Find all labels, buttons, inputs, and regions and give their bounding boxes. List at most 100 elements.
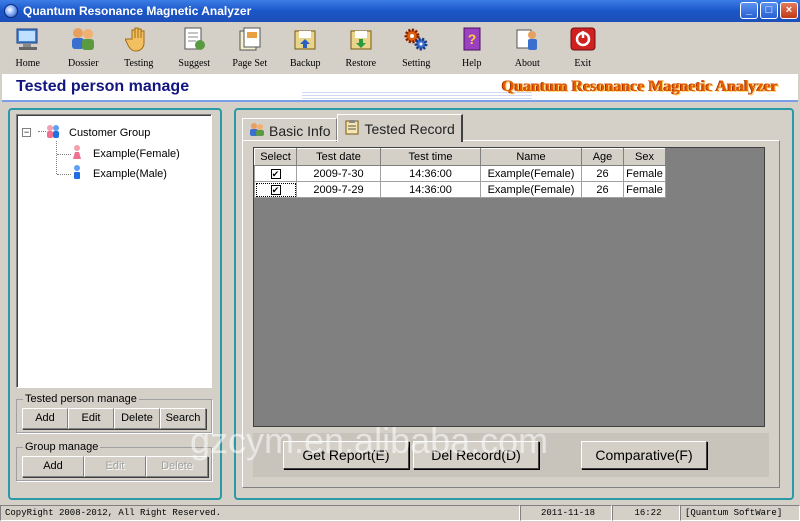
row-checkbox[interactable]: ✔: [270, 184, 281, 195]
tab-label: Tested Record: [364, 120, 455, 137]
title-bar: Quantum Resonance Magnetic Analyzer _ □ …: [0, 0, 800, 22]
test-time-cell: 14:36:00: [380, 181, 481, 198]
toolbar-label: Backup: [289, 58, 321, 69]
svg-text:?: ?: [467, 31, 476, 47]
window-title: Quantum Resonance Magnetic Analyzer: [23, 4, 252, 18]
home-computer-icon: [14, 25, 42, 53]
column-header-name[interactable]: Name: [480, 148, 582, 166]
select-cell[interactable]: ✔: [254, 181, 297, 198]
left-panel: − Customer Group Example(Female) Example…: [8, 108, 222, 500]
toolbar-label: Testing: [124, 58, 154, 69]
restore-icon: [347, 25, 375, 53]
window-controls: _ □ ×: [740, 2, 798, 19]
toolbar-restore-button[interactable]: Restore: [333, 22, 389, 72]
minimize-button[interactable]: _: [740, 2, 758, 19]
maximize-button[interactable]: □: [760, 2, 778, 19]
toolbar-about-button[interactable]: About: [500, 22, 556, 72]
toolbar-label: About: [514, 58, 540, 69]
toolbar-home-button[interactable]: Home: [0, 22, 56, 72]
toolbar-label: Help: [462, 58, 482, 69]
tree-node-example-female[interactable]: Example(Female): [71, 144, 180, 163]
toolbar-exit-button[interactable]: Exit: [555, 22, 611, 72]
toolbar-backup-button[interactable]: Backup: [278, 22, 334, 72]
group-legend: Tested person manage: [23, 393, 139, 405]
tree-node-example-male[interactable]: Example(Male): [71, 164, 167, 183]
toolbar-page-set-button[interactable]: Page Set: [222, 22, 278, 72]
app-window: Quantum Resonance Magnetic Analyzer _ □ …: [0, 0, 800, 522]
tab-tested-record[interactable]: Tested Record: [337, 114, 463, 142]
select-cell[interactable]: ✔: [254, 165, 297, 182]
tree-node-label: Example(Male): [93, 167, 167, 180]
status-copyright: CopyRight 2008-2012, All Right Reserved.: [0, 505, 520, 521]
toolbar-suggest-button[interactable]: Suggest: [167, 22, 223, 72]
get-report-button[interactable]: Get Report(E): [283, 441, 409, 469]
male-person-icon: [71, 164, 83, 183]
toolbar-dossier-button[interactable]: Dossier: [56, 22, 112, 72]
column-header-select[interactable]: Select: [254, 148, 297, 166]
column-header-age[interactable]: Age: [581, 148, 624, 166]
brand-title: Quantum Resonance Magnetic Analyzer: [502, 78, 778, 95]
test-date-cell: 2009-7-29: [296, 181, 381, 198]
document-icon: [180, 25, 208, 53]
edit-person-button[interactable]: Edit: [68, 408, 114, 429]
toolbar-label: Restore: [345, 58, 377, 69]
button-row: Add Edit Delete Search: [22, 408, 206, 429]
close-button[interactable]: ×: [780, 2, 798, 19]
del-record-button[interactable]: Del Record(D): [413, 441, 539, 469]
toolbar-setting-button[interactable]: Setting: [389, 22, 445, 72]
test-date-cell: 2009-7-30: [296, 165, 381, 182]
add-group-button[interactable]: Add: [22, 456, 84, 477]
action-bar: Get Report(E) Del Record(D) Comparative(…: [253, 433, 769, 477]
tab-basic-info[interactable]: Basic Info: [242, 118, 338, 142]
gears-icon: [402, 25, 430, 53]
header-decoration: [302, 92, 532, 100]
main-toolbar: Home Dossier Testing Suggest Page Set Ba…: [0, 22, 800, 72]
table-row[interactable]: ✔ 2009-7-29 14:36:00 Example(Female) 26 …: [254, 181, 666, 198]
status-bar: CopyRight 2008-2012, All Right Reserved.…: [0, 504, 800, 522]
clipboard-icon: [344, 119, 360, 138]
tab-strip: Basic Info Tested Record: [242, 114, 463, 142]
records-table: Select Test date Test time Name Age Sex …: [254, 148, 666, 198]
delete-person-button[interactable]: Delete: [114, 408, 160, 429]
female-person-icon: [71, 144, 83, 163]
column-header-sex[interactable]: Sex: [623, 148, 666, 166]
page-header: Tested person manage Quantum Resonance M…: [2, 74, 798, 102]
age-cell: 26: [581, 165, 624, 182]
edit-group-button[interactable]: Edit: [84, 456, 146, 477]
tree-node-customer-group[interactable]: − Customer Group: [22, 123, 150, 142]
toolbar-label: Setting: [402, 58, 431, 69]
tab-label: Basic Info: [269, 122, 331, 139]
records-grid: Select Test date Test time Name Age Sex …: [253, 147, 765, 427]
tested-person-manage-group: Tested person manage Add Edit Delete Sea…: [16, 393, 212, 433]
search-person-button[interactable]: Search: [160, 408, 206, 429]
row-checkbox[interactable]: ✔: [270, 168, 281, 179]
tree-node-label: Customer Group: [69, 126, 151, 139]
toolbar-testing-button[interactable]: Testing: [111, 22, 167, 72]
comparative-button[interactable]: Comparative(F): [581, 441, 707, 469]
power-icon: [569, 25, 597, 53]
column-header-test-date[interactable]: Test date: [296, 148, 381, 166]
table-header-row: Select Test date Test time Name Age Sex: [254, 148, 666, 166]
add-person-button[interactable]: Add: [22, 408, 68, 429]
column-header-test-time[interactable]: Test time: [380, 148, 481, 166]
toolbar-help-button[interactable]: ? Help: [444, 22, 500, 72]
toolbar-label: Dossier: [67, 58, 99, 69]
table-row[interactable]: ✔ 2009-7-30 14:36:00 Example(Female) 26 …: [254, 165, 666, 182]
customer-group-tree[interactable]: − Customer Group Example(Female) Example…: [16, 114, 212, 388]
people-icon: [69, 25, 97, 53]
delete-group-button[interactable]: Delete: [146, 456, 208, 477]
tree-line: [57, 174, 71, 175]
name-cell: Example(Female): [480, 165, 582, 182]
toolbar-label: Home: [15, 58, 40, 69]
toolbar-label: Exit: [574, 58, 592, 69]
app-logo-icon: [4, 4, 18, 18]
backup-icon: [291, 25, 319, 53]
tree-node-label: Example(Female): [93, 147, 180, 160]
collapse-icon[interactable]: −: [22, 128, 31, 137]
group-manage-group: Group manage Add Edit Delete: [16, 441, 212, 481]
button-row: Add Edit Delete: [22, 456, 208, 477]
group-legend: Group manage: [23, 441, 101, 453]
test-time-cell: 14:36:00: [380, 165, 481, 182]
tree-line: [56, 141, 57, 174]
toolbar-label: Page Set: [232, 58, 268, 69]
